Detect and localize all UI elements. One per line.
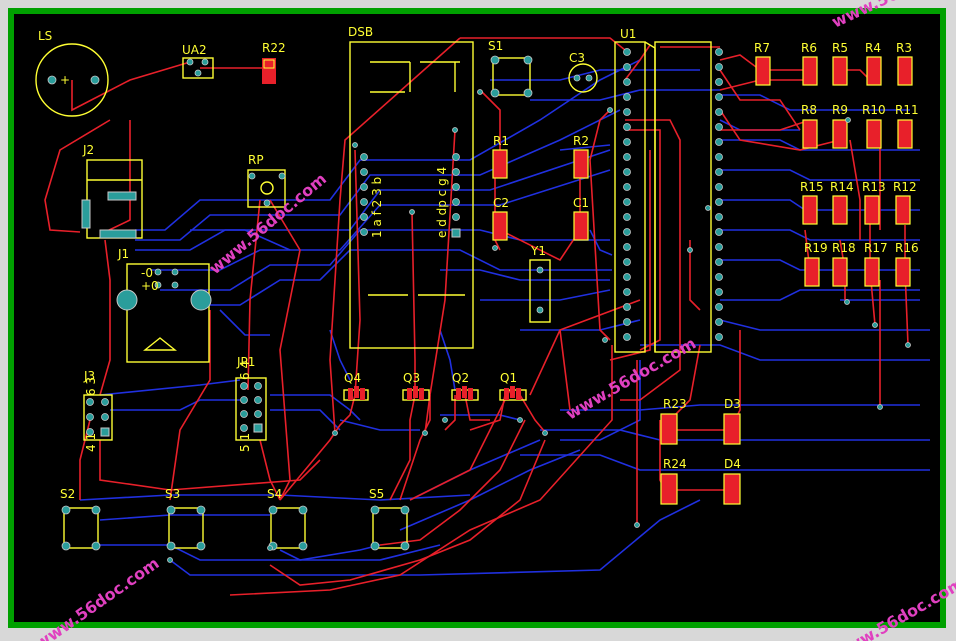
dsb-left-pin-labels: 1 a f 2 3 b bbox=[370, 177, 384, 238]
label-r12: R12 bbox=[893, 180, 917, 194]
label-q1: Q1 bbox=[500, 371, 517, 385]
label-r14: R14 bbox=[830, 180, 854, 194]
pcb-canvas: LS UA2 R22 DSB S1 C3 U1 R7 R6 R5 R4 R3 R… bbox=[8, 0, 956, 641]
label-q4: Q4 bbox=[344, 371, 361, 385]
pcb-layout-view: LS UA2 R22 DSB S1 C3 U1 R7 R6 R5 R4 R3 R… bbox=[0, 0, 956, 641]
label-r9: R9 bbox=[832, 103, 848, 117]
label-r22: R22 bbox=[262, 41, 286, 55]
label-r16: R16 bbox=[895, 241, 919, 255]
label-d4: D4 bbox=[724, 457, 741, 471]
label-r10: R10 bbox=[862, 103, 886, 117]
label-r13: R13 bbox=[862, 180, 886, 194]
label-u1: U1 bbox=[620, 27, 636, 41]
label-r7: R7 bbox=[754, 41, 770, 55]
label-r2: R2 bbox=[573, 134, 589, 148]
label-c3: C3 bbox=[569, 51, 585, 65]
label-j1: J1 bbox=[117, 247, 129, 261]
label-rp: RP bbox=[248, 153, 264, 167]
label-r11: R11 bbox=[895, 103, 919, 117]
j3-top-pin-labels: 6 3 bbox=[84, 377, 98, 396]
label-s2: S2 bbox=[60, 487, 75, 501]
label-r15: R15 bbox=[800, 180, 824, 194]
label-r4: R4 bbox=[865, 41, 881, 55]
label-r18: R18 bbox=[832, 241, 856, 255]
label-r1: R1 bbox=[493, 134, 509, 148]
label-d3: D3 bbox=[724, 397, 741, 411]
jp1-bottom-pin-labels: 5 1 bbox=[238, 433, 252, 452]
j1-pin-label-bottom: +0 bbox=[141, 279, 159, 293]
label-q3: Q3 bbox=[403, 371, 420, 385]
label-r24: R24 bbox=[663, 457, 687, 471]
label-s3: S3 bbox=[165, 487, 180, 501]
label-s1: S1 bbox=[488, 39, 503, 53]
label-r23: R23 bbox=[663, 397, 687, 411]
label-r3: R3 bbox=[896, 41, 912, 55]
speaker-plus-mark: + bbox=[60, 73, 70, 87]
j3-bottom-pin-labels: 4 1 bbox=[84, 433, 98, 452]
label-r19: R19 bbox=[804, 241, 828, 255]
label-ls: LS bbox=[38, 29, 52, 43]
label-j2: J2 bbox=[82, 143, 94, 157]
dsb-right-pin-labels: e d dp c g 4 bbox=[435, 167, 449, 238]
label-ua2: UA2 bbox=[182, 43, 207, 57]
label-r6: R6 bbox=[801, 41, 817, 55]
label-s4: S4 bbox=[267, 487, 282, 501]
label-r5: R5 bbox=[832, 41, 848, 55]
label-s5: S5 bbox=[369, 487, 384, 501]
label-r8: R8 bbox=[801, 103, 817, 117]
label-dsb: DSB bbox=[348, 25, 373, 39]
j1-pin-label-top: -0 bbox=[141, 266, 153, 280]
label-c1: C1 bbox=[573, 196, 589, 210]
label-q2: Q2 bbox=[452, 371, 469, 385]
jp1-top-pin-labels: 6 4 bbox=[238, 361, 252, 380]
label-c2: C2 bbox=[493, 196, 509, 210]
label-r17: R17 bbox=[864, 241, 888, 255]
label-y1: Y1 bbox=[530, 244, 546, 258]
